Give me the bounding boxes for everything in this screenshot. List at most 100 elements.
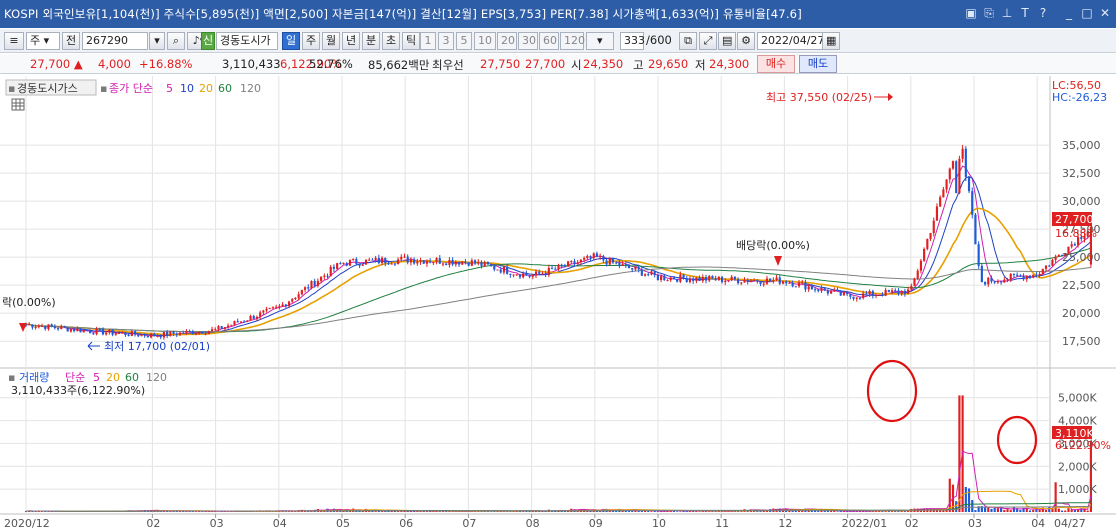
save-icon[interactable]: ▤	[718, 32, 736, 50]
indicator-icon[interactable]: ⧉	[679, 32, 697, 50]
stock-chart[interactable]: 35,00032,50030,00027,50025,00022,50020,0…	[0, 76, 1116, 531]
candle-body	[724, 280, 727, 283]
candle-body	[79, 328, 82, 333]
pin-icon[interactable]: ⊥	[1000, 5, 1014, 21]
candle-body	[117, 332, 121, 334]
maximize-icon[interactable]: □	[1080, 5, 1094, 21]
stock-code-input[interactable]: 267290	[82, 32, 148, 50]
candle-body	[172, 331, 175, 334]
candle-body	[124, 332, 127, 336]
interval-custom-select[interactable]: ▾	[586, 32, 614, 50]
text-icon[interactable]: T	[1018, 5, 1032, 21]
data-count-max: /600	[646, 33, 672, 47]
candle-body	[515, 274, 518, 276]
stock-name-field: 경동도시가	[216, 32, 278, 50]
candle-body	[714, 278, 717, 281]
candle-body	[477, 261, 480, 264]
help-icon[interactable]: ?	[1036, 5, 1050, 21]
candle-body	[833, 290, 836, 292]
period-minute-button[interactable]: 분	[362, 32, 380, 50]
candle-body	[993, 281, 996, 283]
close-icon[interactable]: ✕	[1098, 5, 1112, 21]
candle-body	[249, 316, 252, 321]
candle-body	[336, 263, 339, 269]
date-tick-label: 08	[526, 517, 540, 530]
candle-body	[162, 331, 166, 338]
interval-30-button[interactable]: 30	[518, 32, 538, 50]
candle-body	[1073, 244, 1076, 246]
date-tick-label: 03	[968, 517, 982, 530]
candle-body	[862, 293, 865, 298]
candle-body	[913, 278, 916, 286]
sell-button[interactable]: 매도	[799, 55, 837, 73]
interval-120-button[interactable]: 120	[560, 32, 585, 50]
table-icon[interactable]	[11, 98, 25, 111]
candle-body	[932, 220, 935, 234]
interval-1-button[interactable]: 1	[420, 32, 436, 50]
candle-body	[746, 280, 749, 282]
interval-10-button[interactable]: 10	[474, 32, 496, 50]
candle-body	[1016, 274, 1019, 276]
candle-body	[457, 262, 461, 265]
volume-bar	[1006, 509, 1009, 512]
candle-body	[342, 262, 345, 264]
date-input[interactable]: 2022/04/27	[757, 32, 824, 50]
calendar-icon[interactable]: ▦	[822, 32, 840, 50]
data-count-input[interactable]: 333	[620, 32, 645, 50]
volume-bar	[996, 508, 999, 512]
interval-3-button[interactable]: 3	[438, 32, 454, 50]
screen-icon[interactable]: ▣	[964, 5, 978, 21]
interval-20-button[interactable]: 20	[497, 32, 517, 50]
candle-body	[287, 301, 291, 306]
candle-body	[297, 294, 300, 298]
minimize-icon[interactable]: _	[1062, 5, 1076, 21]
candle-body	[624, 264, 627, 266]
candle-body	[320, 276, 323, 281]
candle-body	[618, 262, 621, 266]
candle-body	[490, 264, 493, 266]
period-month-button[interactable]: 월	[322, 32, 340, 50]
volume-bar	[656, 511, 659, 512]
trend-icon[interactable]: ⤢	[699, 32, 717, 50]
candle-body	[926, 238, 929, 249]
candle-body	[942, 189, 945, 198]
period-tick-button[interactable]: 틱	[402, 32, 420, 50]
candle-body	[133, 331, 137, 335]
candle-body	[230, 324, 233, 326]
search-icon[interactable]: ⌕	[167, 32, 185, 50]
buy-button[interactable]: 매수	[757, 55, 795, 73]
price-change: 4,000	[98, 57, 131, 71]
period-second-button[interactable]: 초	[382, 32, 400, 50]
candle-body	[903, 290, 906, 295]
period-week-button[interactable]: 주	[302, 32, 320, 50]
candle-body	[400, 256, 403, 260]
chart-type-select[interactable]: 주 ▾	[26, 32, 60, 50]
candle-body	[89, 330, 92, 334]
prev-button[interactable]: 전	[62, 32, 80, 50]
period-day-button[interactable]: 일	[282, 32, 300, 50]
candle-body	[547, 267, 550, 276]
candle-body	[762, 283, 765, 285]
candle-body	[137, 334, 140, 337]
candle-body	[268, 307, 271, 309]
candle-body	[1038, 273, 1041, 276]
interval-5-button[interactable]: 5	[456, 32, 472, 50]
candle-body	[858, 297, 862, 299]
date-tick-label: 05	[336, 517, 350, 530]
candle-body	[159, 336, 162, 338]
chart-settings-button[interactable]: ≡	[4, 32, 24, 50]
candle-body	[73, 329, 76, 332]
open-price: 24,350	[583, 57, 624, 71]
candle-body	[348, 259, 352, 266]
candle-body	[791, 282, 794, 287]
candle-body	[1048, 265, 1051, 267]
link-icon[interactable]: ⎘	[982, 5, 996, 21]
volume-bar	[993, 507, 996, 512]
settings-icon[interactable]: ⚙	[737, 32, 755, 50]
candle-body	[146, 336, 149, 338]
price-tick-label: 35,000	[1062, 139, 1101, 152]
period-year-button[interactable]: 년	[342, 32, 360, 50]
code-dropdown[interactable]: ▾	[149, 32, 165, 50]
volume-bar	[1028, 510, 1032, 512]
interval-60-button[interactable]: 60	[539, 32, 559, 50]
